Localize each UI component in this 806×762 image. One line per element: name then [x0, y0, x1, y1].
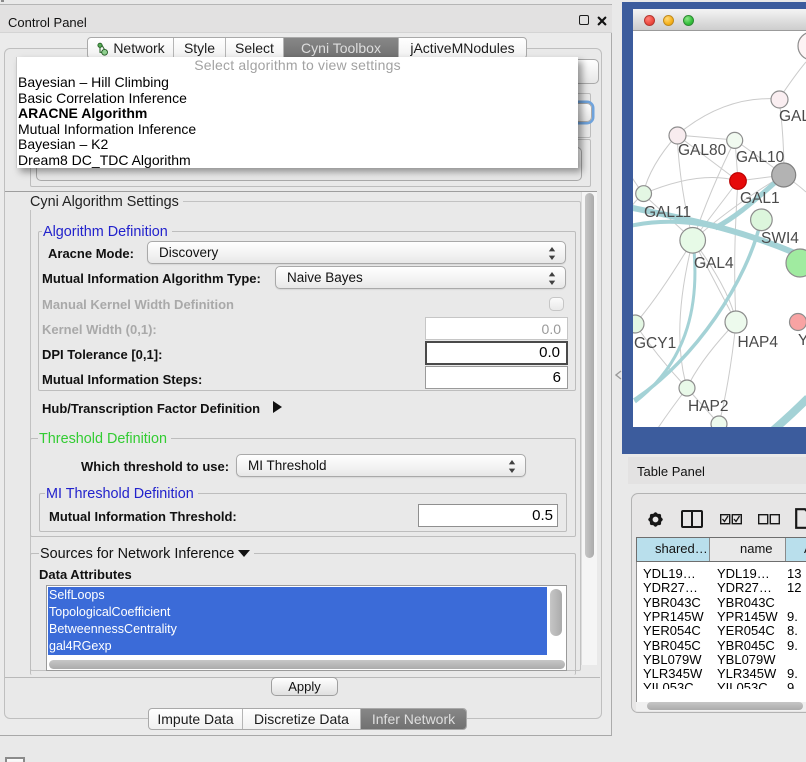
- svg-text:GAL: GAL: [779, 108, 806, 125]
- svg-text:GAL1: GAL1: [740, 190, 780, 207]
- svg-text:GAL80: GAL80: [678, 142, 727, 159]
- svg-text:GAL10: GAL10: [736, 149, 785, 166]
- svg-text:SWI4: SWI4: [761, 230, 799, 247]
- svg-text:GAL11: GAL11: [644, 204, 691, 221]
- svg-text:GCY1: GCY1: [634, 335, 676, 352]
- svg-text:Y: Y: [798, 332, 806, 349]
- svg-text:HAP2: HAP2: [688, 398, 729, 415]
- svg-text:HAP4: HAP4: [738, 334, 779, 351]
- svg-text:GAL4: GAL4: [694, 255, 734, 272]
